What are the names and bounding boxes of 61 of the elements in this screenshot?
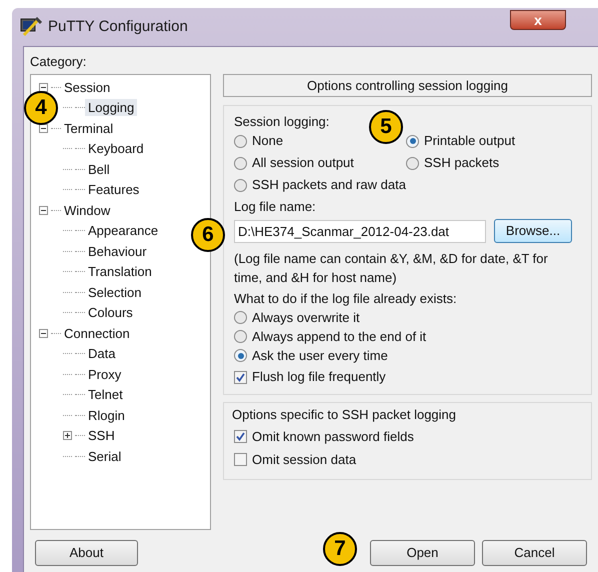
checkbox-label: Flush log file frequently (252, 368, 386, 386)
checkbox[interactable] (234, 370, 247, 384)
field-label: Log file name: (234, 198, 316, 216)
collapse-icon[interactable] (39, 82, 48, 92)
tree-item[interactable]: Logging (85, 99, 138, 116)
browse-button[interactable]: Browse... (494, 219, 572, 243)
radio-label: None (252, 132, 284, 150)
radio-button[interactable] (234, 311, 247, 324)
expand-icon[interactable] (63, 431, 72, 440)
collapse-icon[interactable] (39, 328, 48, 338)
radio-label: Always overwrite it (252, 308, 360, 327)
tree-item[interactable]: Proxy (85, 366, 124, 383)
group-title: Options specific to SSH packet logging (232, 406, 456, 424)
radio-button[interactable] (234, 349, 247, 362)
tree-item[interactable]: Keyboard (85, 140, 147, 158)
tree-item[interactable]: Data (85, 345, 118, 362)
collapse-icon[interactable] (39, 206, 48, 215)
radio-button[interactable] (234, 178, 247, 192)
radio-label: All session output (252, 154, 354, 172)
cancel-button[interactable]: Cancel (482, 540, 587, 566)
group-label: What to do if the log file already exists: (234, 290, 457, 308)
tree-item[interactable]: Features (85, 181, 142, 198)
tree-item[interactable]: Window (61, 202, 114, 219)
checkbox-label: Omit session data (252, 450, 356, 469)
log-file-note: (Log file name can contain &Y, &M, &D for date, &T for time, and &H for host name) (234, 250, 549, 287)
tree-item[interactable]: Serial (85, 448, 124, 465)
checkbox[interactable] (234, 453, 247, 466)
tree-item[interactable]: Selection (85, 284, 144, 301)
tree-item[interactable]: Connection (61, 324, 133, 342)
collapse-icon[interactable] (39, 124, 48, 133)
category-label: Category: (30, 53, 86, 71)
radio-button[interactable] (406, 156, 419, 170)
radio-label: SSH packets and raw data (252, 176, 406, 194)
about-button[interactable]: About (35, 540, 138, 566)
panel-header: Options controlling session logging (223, 74, 592, 97)
radio-button[interactable] (406, 134, 419, 148)
close-button[interactable]: x (510, 10, 566, 30)
tree-item[interactable]: Rlogin (85, 406, 128, 424)
tree-item[interactable]: Colours (85, 304, 136, 322)
checkbox[interactable] (234, 430, 247, 443)
radio-button[interactable] (234, 156, 247, 170)
radio-button[interactable] (234, 134, 247, 148)
tree-item[interactable]: Bell (85, 160, 113, 178)
radio-button[interactable] (234, 330, 247, 343)
tree-item[interactable]: Behaviour (85, 242, 150, 260)
group-label: Session logging: (234, 113, 330, 130)
tree-item[interactable]: Translation (85, 263, 155, 280)
window-title: PuTTY Configuration (48, 16, 188, 37)
tree-item[interactable]: Terminal (61, 120, 116, 137)
radio-label: Ask the user every time (252, 346, 388, 365)
tree-item[interactable]: SSH (85, 427, 118, 444)
log-file-field[interactable]: D:\HE374_Scanmar_2012-04-23.dat (234, 220, 486, 242)
radio-label: SSH packets (424, 154, 500, 172)
app-icon (20, 17, 42, 37)
tree-item[interactable]: Appearance (85, 222, 162, 240)
open-button[interactable]: Open (370, 540, 475, 566)
tree-item[interactable]: Telnet (85, 386, 126, 404)
tree-item[interactable]: Session (61, 78, 114, 96)
radio-label: Always append to the end of it (252, 328, 426, 346)
radio-label: Printable output (424, 132, 516, 150)
checkbox-label: Omit known password fields (252, 428, 414, 446)
